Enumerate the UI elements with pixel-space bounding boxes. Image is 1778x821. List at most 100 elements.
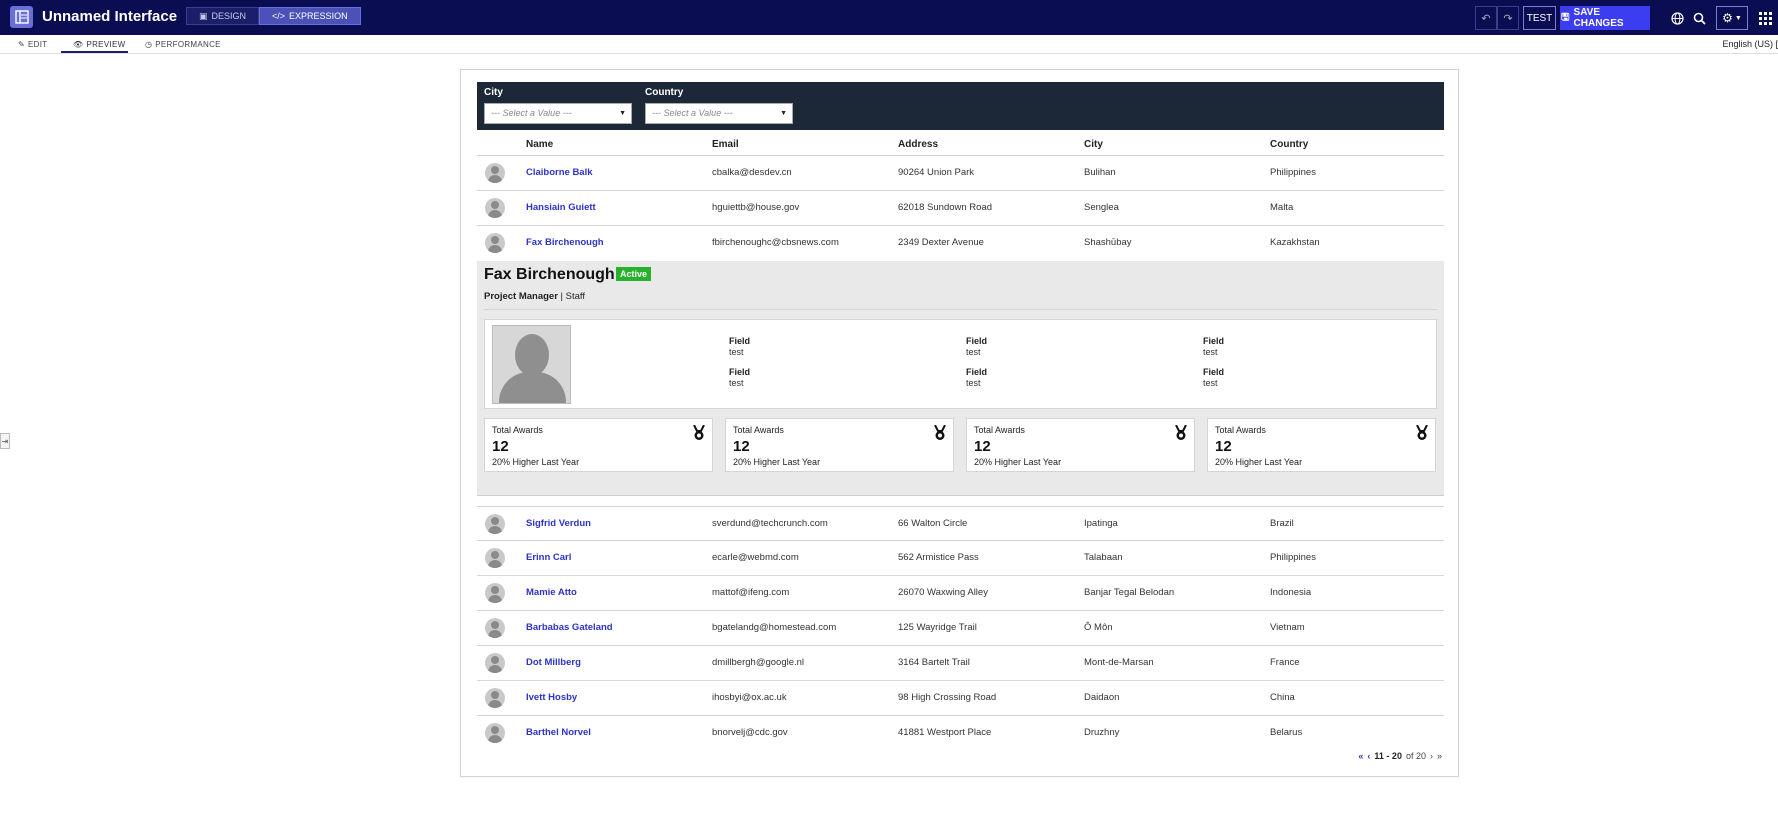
language-selector[interactable]: English (US) [ — [1722, 39, 1778, 49]
city-cell: Talabaan — [1084, 552, 1123, 563]
table-row: Barbabas Gateland bgatelandg@homestead.co… — [477, 611, 1444, 646]
last-page-icon[interactable]: » — [1437, 751, 1442, 761]
stat-subtext: 20% Higher Last Year — [1215, 457, 1303, 467]
email-cell: ihosbyi@ox.ac.uk — [712, 692, 787, 703]
person-name-link[interactable]: Erinn Carl — [526, 552, 571, 563]
medal-icon — [1175, 425, 1187, 440]
column-country[interactable]: Country — [1270, 139, 1308, 150]
country-cell: Kazakhstan — [1270, 237, 1320, 248]
globe-icon[interactable] — [1666, 6, 1688, 30]
undo-button[interactable]: ↶ — [1475, 6, 1497, 30]
country-cell: France — [1270, 657, 1300, 668]
field-label: Field — [1203, 336, 1225, 346]
person-name-link[interactable]: Hansiain Guiett — [526, 202, 596, 213]
test-button[interactable]: TEST — [1523, 6, 1556, 30]
save-changes-button[interactable]: 🖫 SAVE CHANGES — [1560, 6, 1650, 30]
settings-menu-button[interactable]: ⚙ ▼ — [1716, 6, 1748, 30]
email-cell: cbalka@desdev.cn — [712, 167, 792, 178]
tab-preview[interactable]: 👁 PREVIEW — [73, 40, 125, 49]
city-cell: Mont-de-Marsan — [1084, 657, 1154, 668]
app-grid-icon[interactable] — [1754, 6, 1776, 30]
column-address[interactable]: Address — [898, 139, 938, 150]
profile-photo — [492, 325, 571, 404]
country-cell: Malta — [1270, 202, 1294, 213]
avatar — [485, 198, 505, 218]
column-city[interactable]: City — [1084, 139, 1103, 150]
person-name-link[interactable]: Dot Millberg — [526, 657, 581, 668]
stat-card: Total Awards 12 20% Higher Last Year — [725, 418, 954, 472]
expression-mode-button[interactable]: </> EXPRESSION — [259, 7, 361, 25]
mode-switcher: ▣ DESIGN </> EXPRESSION — [186, 7, 361, 25]
role-type: Staff — [565, 291, 586, 302]
stat-card: Total Awards 12 20% Higher Last Year — [966, 418, 1195, 472]
country-filter: Country --- Select a Value --- ▼ — [645, 87, 793, 124]
person-name-link[interactable]: Mamie Atto — [526, 587, 577, 598]
city-cell: Druzhny — [1084, 727, 1120, 738]
detail-field: Field test — [1203, 336, 1224, 357]
field-value: test — [729, 378, 744, 388]
design-label: DESIGN — [211, 11, 247, 21]
avatar — [485, 233, 505, 253]
city-cell: Bulihan — [1084, 167, 1116, 178]
redo-button[interactable]: ↷ — [1497, 6, 1519, 30]
address-cell: 125 Wayridge Trail — [898, 622, 977, 633]
detail-person-name: Fax Birchenough — [484, 266, 615, 283]
filter-bar: City --- Select a Value --- ▼ Country ---… — [477, 82, 1444, 130]
country-cell: China — [1270, 692, 1295, 703]
address-cell: 90264 Union Park — [898, 167, 975, 178]
field-label: Field — [966, 367, 988, 377]
stat-subtext: 20% Higher Last Year — [974, 457, 1062, 467]
person-name-link[interactable]: Barbabas Gateland — [526, 622, 613, 633]
pencil-icon: ✎ — [18, 40, 26, 49]
field-value: test — [966, 378, 981, 388]
previous-page-icon[interactable]: ‹ — [1367, 751, 1370, 761]
email-cell: dmillbergh@google.nl — [712, 657, 805, 668]
tab-edit[interactable]: ✎ EDIT — [18, 40, 47, 49]
person-name-link[interactable]: Barthel Norvel — [526, 727, 591, 738]
country-dropdown[interactable]: --- Select a Value --- ▼ — [645, 103, 793, 124]
chevron-down-icon: ▼ — [619, 110, 626, 117]
city-cell: Ô Môn — [1084, 622, 1113, 633]
stat-value: 12 — [492, 438, 509, 455]
design-mode-button[interactable]: ▣ DESIGN — [186, 7, 260, 25]
top-bar: Unnamed Interface ▣ DESIGN </> EXPRESSION … — [0, 0, 1778, 35]
column-name[interactable]: Name — [526, 139, 553, 150]
table-row: Dot Millberg dmillbergh@google.nl 3164 Bar… — [477, 646, 1444, 681]
app-icon[interactable] — [10, 6, 33, 28]
avatar — [485, 688, 505, 708]
sub-toolbar: ✎ EDIT 👁 PREVIEW ◷ PERFORMANCE English (US)… — [0, 35, 1778, 54]
table-row: Erinn Carl ecarle@webmd.com 562 Armistice … — [477, 541, 1444, 576]
table-row: Fax Birchenough fbirchenoughc@cbsnews.com… — [477, 226, 1444, 261]
person-name-link[interactable]: Fax Birchenough — [526, 237, 604, 248]
table-row: Claiborne Balk cbalka@desdev.cn 90264 Unio… — [477, 156, 1444, 191]
field-value: test — [1203, 378, 1218, 388]
field-value: test — [1203, 347, 1218, 357]
tab-performance-label: PERFORMANCE — [155, 40, 221, 49]
code-icon: </> — [272, 11, 286, 21]
expand-sidebar-icon[interactable]: ⇥ — [0, 433, 10, 449]
column-email[interactable]: Email — [712, 139, 739, 150]
people-grid: Name Email Address City Country Claiborn… — [477, 132, 1444, 751]
avatar — [485, 653, 505, 673]
city-dropdown-value: --- Select a Value --- — [491, 108, 572, 118]
person-name-link[interactable]: Claiborne Balk — [526, 167, 593, 178]
person-name-link[interactable]: Ivett Hosby — [526, 692, 577, 703]
gear-icon: ⚙ — [1722, 11, 1733, 25]
email-cell: ecarle@webmd.com — [712, 552, 799, 563]
country-cell: Belarus — [1270, 727, 1303, 738]
stat-value: 12 — [974, 438, 991, 455]
next-page-icon[interactable]: › — [1430, 751, 1433, 761]
address-cell: 26070 Waxwing Alley — [898, 587, 988, 598]
role-title: Project Manager — [484, 291, 558, 302]
email-cell: hguiettb@house.gov — [712, 202, 800, 213]
table-row: Ivett Hosby ihosbyi@ox.ac.uk 98 High Cross… — [477, 681, 1444, 716]
search-icon[interactable] — [1688, 6, 1710, 30]
city-dropdown[interactable]: --- Select a Value --- ▼ — [484, 103, 632, 124]
tab-performance[interactable]: ◷ PERFORMANCE — [145, 40, 221, 49]
country-cell: Indonesia — [1270, 587, 1312, 598]
eye-icon: 👁 — [73, 40, 84, 49]
active-tab-indicator — [61, 51, 128, 53]
field-label: Field — [1203, 367, 1225, 377]
first-page-icon[interactable]: « — [1358, 751, 1363, 761]
person-name-link[interactable]: Sigfrid Verdun — [526, 518, 591, 529]
